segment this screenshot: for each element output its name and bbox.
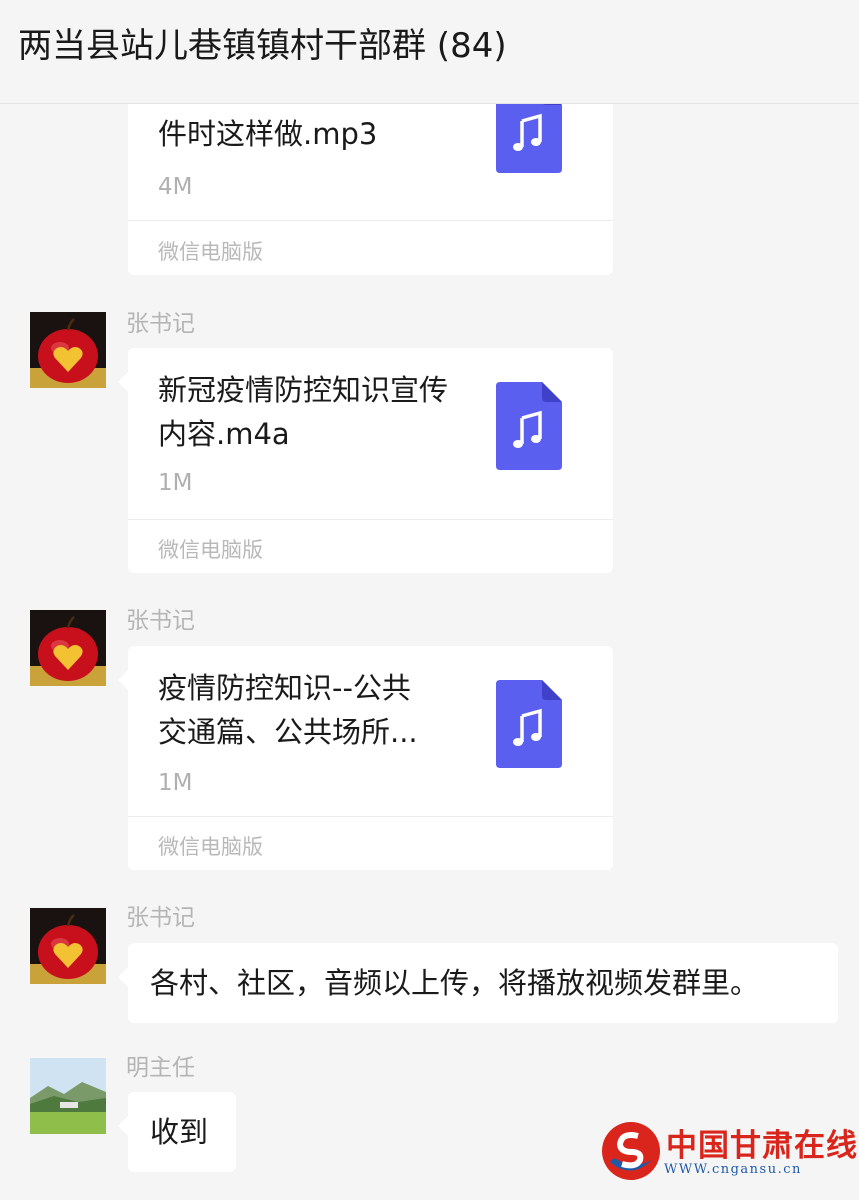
message-text: 收到: [150, 1115, 209, 1149]
message-text: 各村、社区，音频以上传，将播放视频发群里。: [150, 966, 760, 1000]
file-message-card[interactable]: 新冠疫情防控知识宣传内容.m4a 1M 微信电脑版: [118, 348, 613, 573]
bubble-tail: [118, 967, 128, 987]
file-name: 新冠疫情防控知识宣传内容.m4a: [158, 373, 449, 451]
watermark-url: WWW.cngansu.cn: [664, 1162, 802, 1177]
text-message-bubble[interactable]: 收到: [118, 1092, 236, 1172]
bubble-tail: [118, 1116, 128, 1136]
bubble-tail: [118, 670, 128, 690]
group-title: 两当县站儿巷镇镇村干部群 (84): [18, 26, 507, 66]
file-size: 4M: [158, 174, 193, 200]
watermark-logo-icon: [602, 1122, 660, 1180]
file-source: 微信电脑版: [158, 538, 263, 562]
apple-heart-avatar[interactable]: [30, 610, 106, 686]
music-file-icon: [496, 680, 562, 768]
landscape-avatar[interactable]: [30, 1058, 106, 1134]
watermark: 中国甘肃在线 WWW.cngansu.cn: [600, 1116, 857, 1186]
apple-heart-avatar[interactable]: [30, 908, 106, 984]
file-name: 件时这样做.mp3: [158, 117, 378, 151]
bubble-tail: [118, 372, 128, 392]
file-size: 1M: [158, 470, 193, 496]
file-name-line-1: 疫情防控知识--公共: [158, 671, 411, 705]
divider: [128, 816, 613, 817]
sender-name: 张书记: [126, 905, 195, 931]
chat-area: 件时这样做.mp3 4M 微信电脑版 张书记 新冠疫情防控知识宣传内容.m4a …: [0, 0, 859, 1200]
music-file-icon: [496, 382, 562, 470]
file-source: 微信电脑版: [158, 240, 263, 264]
file-name-line-2: 交通篇、公共场所...: [158, 715, 418, 749]
file-source: 微信电脑版: [158, 835, 263, 859]
apple-heart-avatar[interactable]: [30, 312, 106, 388]
file-size: 1M: [158, 770, 193, 796]
file-message-card[interactable]: 疫情防控知识--公共 交通篇、公共场所... 1M 微信电脑版: [118, 646, 613, 870]
divider: [128, 519, 613, 520]
divider: [128, 220, 613, 221]
sender-name: 张书记: [126, 311, 195, 337]
text-message-bubble[interactable]: 各村、社区，音频以上传，将播放视频发群里。: [118, 943, 838, 1023]
sender-name: 张书记: [126, 608, 195, 634]
chat-header: 两当县站儿巷镇镇村干部群 (84): [0, 0, 859, 104]
sender-name: 明主任: [126, 1055, 195, 1081]
watermark-text: 中国甘肃在线: [666, 1128, 858, 1164]
